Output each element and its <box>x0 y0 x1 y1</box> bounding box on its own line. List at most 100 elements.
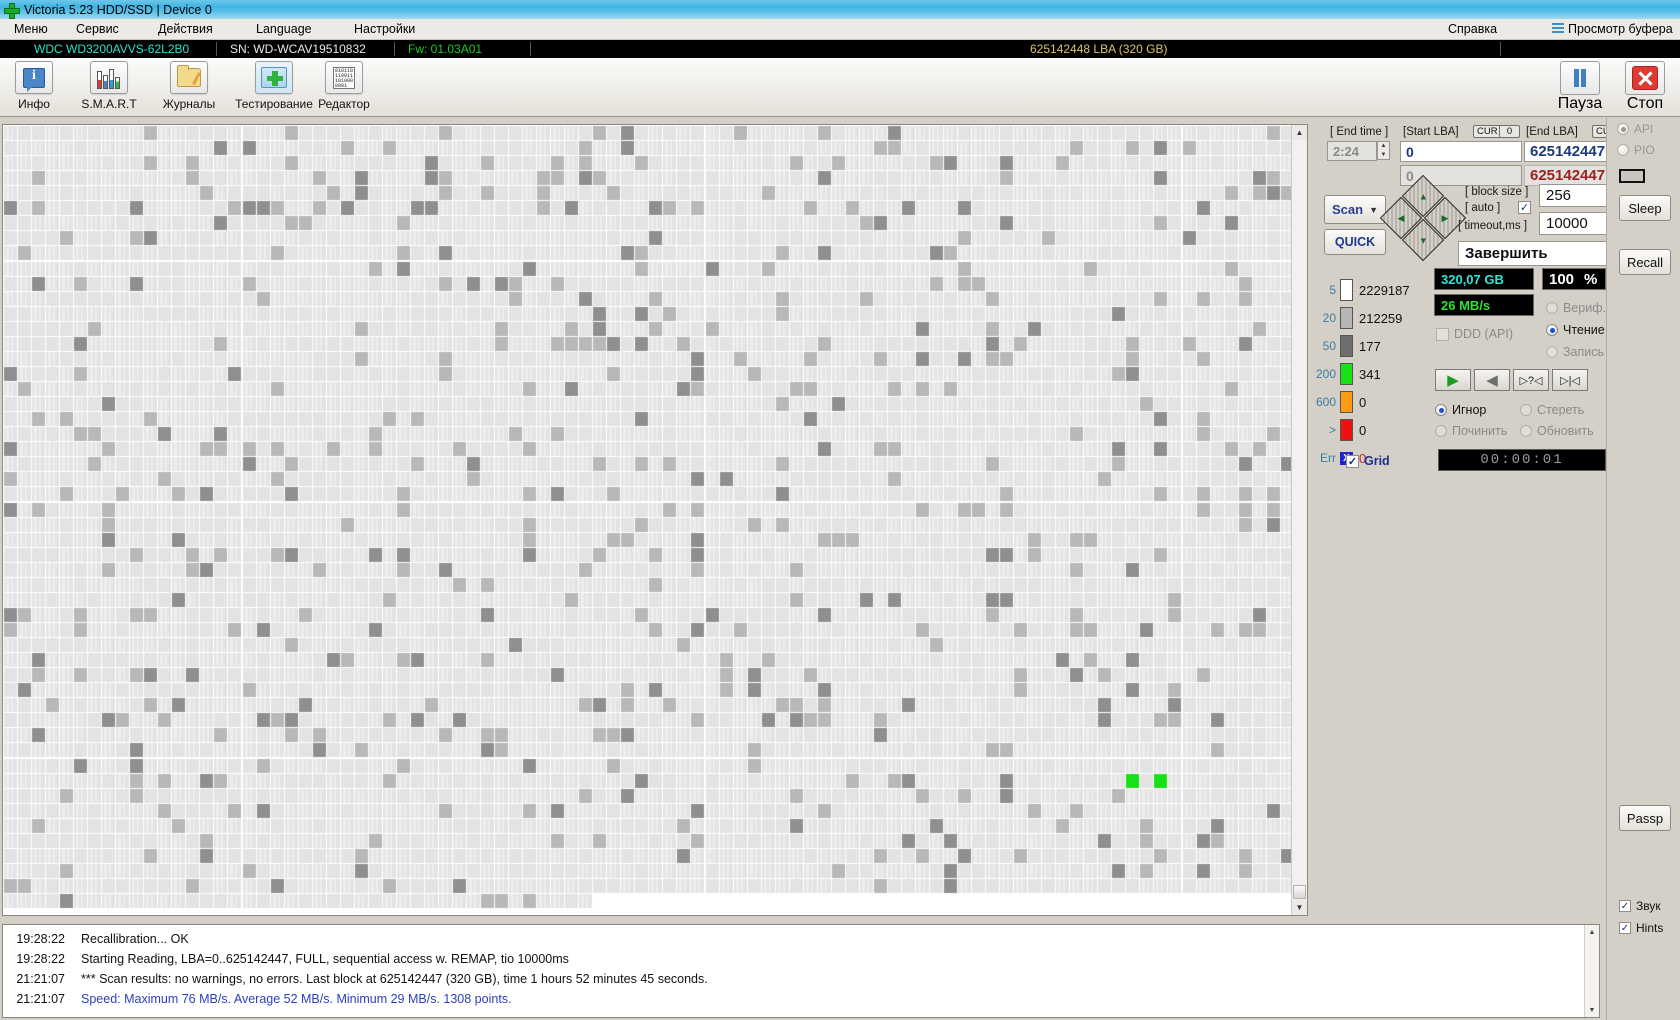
grid-label: Grid <box>1364 454 1390 468</box>
mode-radio-verify[interactable]: Вериф. <box>1546 301 1606 315</box>
nav-left-icon[interactable]: ◀ <box>1398 212 1405 223</box>
quick-button[interactable]: QUICK <box>1324 229 1386 255</box>
radio-dot <box>1520 404 1532 416</box>
reverse-button[interactable]: ◀ <box>1474 369 1510 391</box>
nav-down-icon[interactable]: ▼ <box>1419 235 1428 245</box>
hex-editor-icon: 010110 110011 101000 0001 <box>333 66 355 89</box>
buffer-view-label: Просмотр буфера <box>1568 22 1673 36</box>
log-scroll-up-icon[interactable]: ▲ <box>1585 925 1599 939</box>
end-time-field[interactable]: 2:24 <box>1327 141 1377 161</box>
butterfly-button[interactable]: ▷?◁ <box>1513 369 1549 391</box>
passport-button[interactable]: Passp <box>1619 805 1671 831</box>
timeout-label: [ timeout,ms ] <box>1458 220 1528 232</box>
defect-action-ignore[interactable]: Игнор <box>1435 403 1486 417</box>
capacity-readout: 320,07 GB <box>1434 268 1534 290</box>
nav-up-icon[interactable]: ▲ <box>1419 191 1428 201</box>
menu-item-menu[interactable]: Меню <box>8 21 54 38</box>
info-icon <box>23 67 45 92</box>
radio-dot <box>1546 346 1558 358</box>
sound-checkbox[interactable]: ✓ Звук <box>1619 899 1661 913</box>
menu-item-settings[interactable]: Настройки <box>348 21 421 38</box>
interface-radio-pio[interactable]: PIO <box>1617 143 1655 157</box>
interface-radio-api[interactable]: API <box>1617 122 1653 136</box>
end-seek-button[interactable]: ▷|◁ <box>1552 369 1588 391</box>
end-time-spinner[interactable]: ▲ ▼ <box>1377 141 1390 160</box>
auto-checkbox[interactable]: ✓ <box>1518 201 1531 214</box>
log-time: 21:21:07 <box>16 971 65 986</box>
play-button[interactable]: ▶ <box>1435 369 1471 391</box>
buffer-view-button[interactable]: Просмотр буфера <box>1552 21 1673 38</box>
ddd-api-label: DDD (API) <box>1454 327 1514 341</box>
toolbar-label-pause: Пауза <box>1557 95 1603 112</box>
legend-threshold-over: > <box>1328 423 1336 437</box>
toolbar-button-logs[interactable]: Журналы <box>158 61 220 114</box>
grid-checkbox[interactable]: ✓ Grid <box>1346 454 1390 468</box>
map-scroll-thumb[interactable] <box>1293 885 1306 899</box>
radio-dot <box>1546 302 1558 314</box>
surface-scan-map[interactable]: ▲ ▼ <box>2 124 1308 916</box>
log-time: 19:28:22 <box>16 951 65 966</box>
toolbar-button-info[interactable]: Инфо <box>3 61 65 114</box>
mode-radio-write[interactable]: Запись <box>1546 345 1604 359</box>
pause-icon <box>1572 69 1588 87</box>
map-scroll-up-icon[interactable]: ▲ <box>1292 125 1307 140</box>
scan-button[interactable]: Scan ▼ <box>1324 195 1386 224</box>
start-lba-zero-button[interactable]: 0 <box>1499 125 1520 138</box>
radio-dot <box>1617 123 1629 135</box>
stop-close-icon <box>1632 66 1658 90</box>
log-scroll-down-icon[interactable]: ▼ <box>1585 1003 1599 1017</box>
start-lba-cur-button[interactable]: CUR <box>1473 125 1502 138</box>
menu-item-actions[interactable]: Действия <box>152 21 219 38</box>
toolbar-label-editor: Редактор <box>318 97 370 111</box>
percent-readout: 100 % <box>1542 268 1606 290</box>
toolbar-button-pause[interactable]: Пауза <box>1549 61 1611 114</box>
defect-action-repair[interactable]: Починить <box>1435 424 1507 438</box>
defect-action-label-refresh: Обновить <box>1537 424 1594 438</box>
window-title: Victoria 5.23 HDD/SSD | Device 0 <box>24 2 212 17</box>
toolbar-label-info: Инфо <box>18 97 50 111</box>
recall-button[interactable]: Recall <box>1619 249 1671 275</box>
legend-row-over: > 0 <box>1312 416 1427 444</box>
log-message: Recallibration... OK <box>81 931 189 946</box>
mode-radio-read[interactable]: Чтение <box>1546 323 1605 337</box>
nav-right-icon[interactable]: ▶ <box>1442 212 1449 223</box>
dpad-navigation-icon[interactable]: ▲ ◀ ▶ ▼ <box>1379 174 1467 262</box>
butterfly-icon: ▷?◁ <box>1519 374 1543 387</box>
toolbar-button-stop[interactable]: Стоп <box>1614 61 1676 114</box>
legend-swatch-20 <box>1340 307 1353 329</box>
medkit-icon <box>261 67 287 88</box>
percent-value: 100 <box>1549 270 1575 288</box>
toolbar-button-testing[interactable]: Тестирование <box>233 61 315 114</box>
legend-swatch-5 <box>1340 279 1353 301</box>
defect-action-erase[interactable]: Стереть <box>1520 403 1584 417</box>
legend-count-5: 2229187 <box>1359 282 1410 298</box>
scan-grid-canvas[interactable] <box>3 125 1293 915</box>
map-scrollbar[interactable]: ▲ ▼ <box>1291 125 1307 915</box>
end-lba-label: [End LBA] <box>1526 126 1578 138</box>
smart-chart-icon <box>97 67 121 89</box>
folder-log-icon <box>177 65 201 87</box>
defect-action-refresh[interactable]: Обновить <box>1520 424 1594 438</box>
legend-threshold-err: Err <box>1320 451 1336 465</box>
toolbar-button-smart[interactable]: S.M.A.R.T <box>78 61 140 114</box>
status-indicator-well <box>1619 169 1645 183</box>
menu-item-service[interactable]: Сервис <box>70 21 125 38</box>
log-panel[interactable]: 19:28:22 Recallibration... OK 19:28:22 S… <box>2 924 1600 1018</box>
radio-dot <box>1435 404 1447 416</box>
ddd-api-checkbox[interactable]: DDD (API) <box>1436 327 1513 341</box>
log-scrollbar[interactable]: ▲ ▼ <box>1584 925 1599 1017</box>
toolbar-button-editor[interactable]: 010110 110011 101000 0001 Редактор <box>313 61 375 114</box>
legend-count-20: 212259 <box>1359 310 1403 326</box>
hints-checkbox[interactable]: ✓ Hints <box>1619 921 1663 935</box>
start-lba-field[interactable]: 0 <box>1400 141 1522 162</box>
menu-item-language[interactable]: Language <box>250 21 318 38</box>
finish-action-value: Завершить <box>1465 245 1548 262</box>
sleep-button[interactable]: Sleep <box>1619 195 1671 221</box>
legend-threshold-200: 200 <box>1315 367 1336 381</box>
drive-info-bar: WDC WD3200AVVS-62L2B0 SN: WD-WCAV1951083… <box>0 40 1680 58</box>
map-scroll-down-icon[interactable]: ▼ <box>1292 900 1307 915</box>
mode-label-verify: Вериф. <box>1563 301 1606 315</box>
percent-unit: % <box>1584 270 1598 288</box>
menu-item-help[interactable]: Справка <box>1448 21 1497 38</box>
log-message: Speed: Maximum 76 MB/s. Average 52 MB/s.… <box>81 991 512 1006</box>
